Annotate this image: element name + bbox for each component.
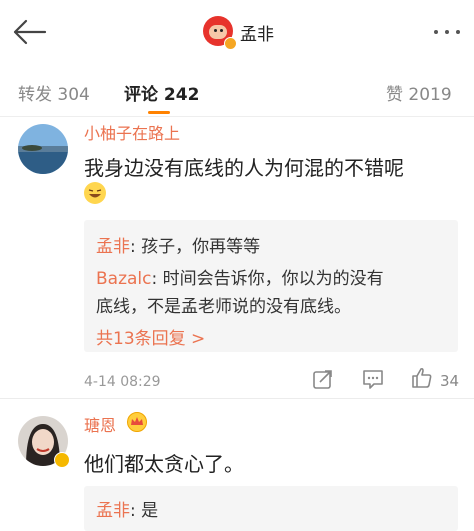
reply-box[interactable]: 孟非: 是 (84, 486, 458, 531)
more-dots-icon (434, 30, 438, 34)
laughing-emoji-icon (84, 182, 106, 204)
comment-text: 我身边没有底线的人为何混的不错呢 (84, 156, 404, 180)
tab-likes[interactable]: 赞 2019 (386, 80, 452, 105)
more-button[interactable] (434, 30, 460, 34)
reply-item: Bazalc: 时间会告诉你，你以为的没有 (96, 264, 384, 289)
repost-button[interactable] (312, 368, 334, 394)
verified-badge-icon (224, 37, 237, 50)
comment-time: 4-14 08:29 (84, 374, 161, 390)
comment-author[interactable]: 瑭恩 (84, 412, 116, 436)
reply-box[interactable]: 孟非: 孩子，你再等等 Bazalc: 时间会告诉你，你以为的没有 底线，不是孟… (84, 220, 458, 352)
tab-bar: 转发 304 评论 242 赞 2019 (0, 64, 474, 117)
like-count: 34 (440, 372, 460, 390)
back-button[interactable] (12, 18, 48, 46)
thumbs-up-icon (412, 367, 432, 388)
reply-item: 孟非: 孩子，你再等等 (96, 232, 260, 257)
comment-author[interactable]: 小柚子在路上 (84, 120, 180, 144)
reply-author[interactable]: 孟非 (96, 237, 130, 257)
comment-icon (363, 370, 383, 389)
top-bar: 孟非 (0, 0, 474, 64)
tab-comments[interactable]: 评论 242 (124, 80, 199, 105)
arrow-left-icon (13, 19, 47, 45)
reply-text: : 孩子，你再等等 (130, 237, 261, 257)
reply-button[interactable] (362, 368, 384, 394)
reply-item: 孟非: 是 (96, 496, 158, 521)
share-icon (313, 370, 332, 389)
page-title: 孟非 (240, 25, 274, 45)
crown-badge (126, 412, 148, 436)
verified-badge-icon (54, 452, 70, 468)
crown-icon (127, 412, 147, 432)
comment-item: 瑭恩 他们都太贪心了。 孟非: 是 (0, 400, 474, 531)
comment-item: 小柚子在路上 我身边没有底线的人为何混的不错呢 孟非: 孩子，你再等等 Baza… (0, 116, 474, 396)
tab-reposts[interactable]: 转发 304 (18, 80, 90, 105)
reply-text-continued: 底线，不是孟老师说的没有底线。 (96, 297, 351, 317)
reply-author[interactable]: Bazalc (96, 269, 152, 289)
view-all-replies-link[interactable]: 共13条回复 > (96, 324, 205, 349)
comment-text: 他们都太贪心了。 (84, 452, 244, 476)
avatar[interactable] (18, 124, 68, 174)
reply-text: : 是 (130, 501, 159, 521)
reply-text: : 时间会告诉你，你以为的没有 (151, 269, 384, 289)
active-tab-indicator (148, 111, 170, 114)
reply-author[interactable]: 孟非 (96, 501, 130, 521)
divider (0, 398, 474, 399)
like-button[interactable] (410, 366, 434, 394)
